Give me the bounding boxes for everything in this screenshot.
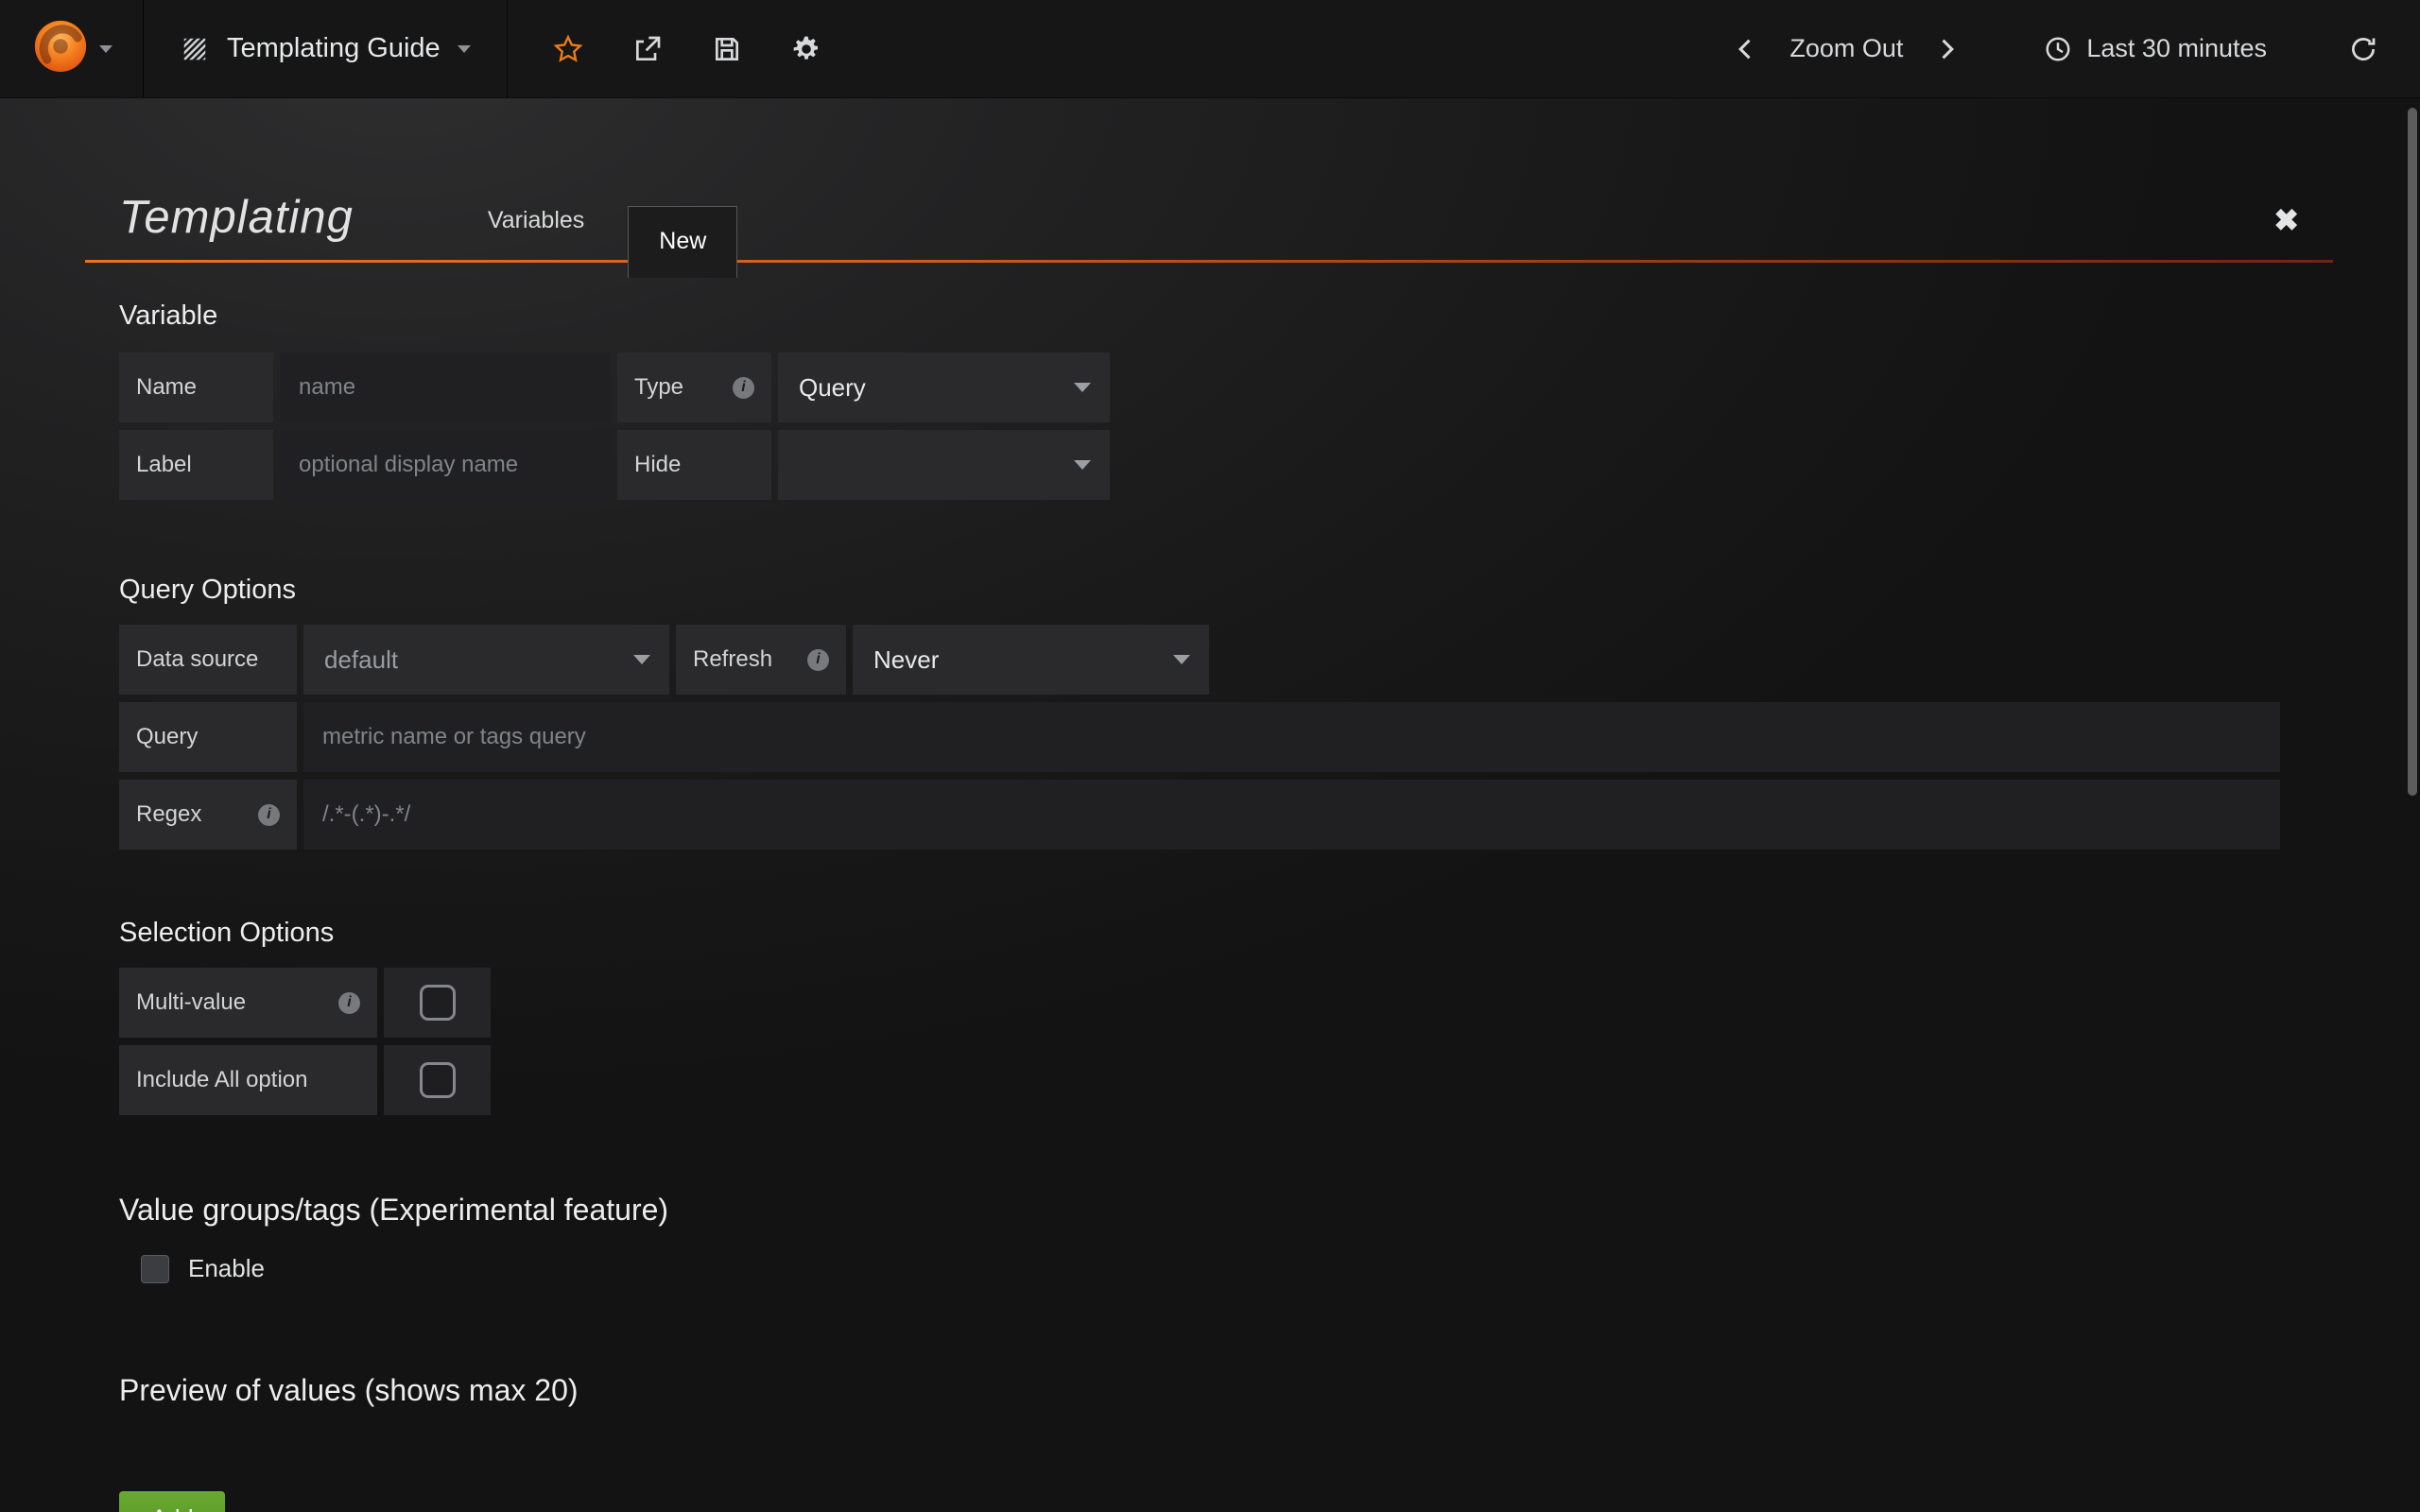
variable-section-heading: Variable [119,301,2280,332]
regex-row: Regex i [119,780,2280,850]
datasource-label: Data source [119,625,297,695]
type-select-caret-icon [1074,383,1091,392]
refresh-select[interactable]: Never [853,625,1209,695]
close-icon[interactable]: ✖ [2273,202,2299,238]
add-button[interactable]: Add [119,1491,225,1512]
hide-select[interactable] [778,430,1110,500]
settings-gear-icon[interactable] [791,34,821,64]
zoom-out-button[interactable]: Zoom Out [1789,34,1903,63]
query-label: Query [119,702,297,772]
logo-caret-icon [99,45,112,53]
label-input[interactable] [280,430,611,500]
regex-info-icon[interactable]: i [258,804,280,826]
multi-value-checkbox[interactable] [420,985,456,1021]
datasource-select-value: default [324,645,398,675]
type-label-text: Type [634,374,683,401]
query-row: Query [119,702,2280,772]
name-input[interactable] [280,352,611,422]
regex-label-text: Regex [136,801,201,828]
include-all-checkbox-cell[interactable] [384,1045,491,1115]
enable-row: Enable [119,1254,2280,1283]
multi-value-info-icon[interactable]: i [338,992,360,1014]
include-all-label: Include All option [119,1045,377,1115]
time-forward-chevron-icon[interactable] [1931,34,1962,64]
share-icon[interactable] [632,34,663,64]
datasource-select[interactable]: default [303,625,669,695]
preview-heading: Preview of values (shows max 20) [119,1373,2280,1408]
variable-label-row: Label Hide [119,430,2280,500]
type-label: Type i [617,352,771,422]
refresh-info-icon[interactable]: i [807,649,829,671]
multi-value-row: Multi-value i [119,968,2280,1038]
dashboard-icon [180,34,210,64]
multi-value-checkbox-cell[interactable] [384,968,491,1038]
enable-checkbox[interactable] [141,1255,169,1283]
query-input[interactable] [303,702,2280,772]
hide-select-caret-icon [1074,460,1091,470]
dashboard-caret-icon [458,45,471,53]
time-range-label: Last 30 minutes [2086,34,2267,63]
refresh-label-text: Refresh [693,646,772,673]
selection-options-heading: Selection Options [119,918,2280,949]
dashboard-picker[interactable]: Templating Guide [144,0,508,97]
grafana-logo-icon [31,17,90,80]
time-controls: Zoom Out Last 30 minutes [1731,0,2420,97]
dashboard-title: Templating Guide [227,33,441,64]
query-options-heading: Query Options [119,575,2280,606]
scrollbar-thumb[interactable] [2408,108,2417,796]
dashboard-actions [508,0,821,97]
type-select[interactable]: Query [778,352,1110,422]
templating-header: Templating Variables New ✖ [85,191,2333,263]
top-navbar: Templating Guide [0,0,2420,98]
enable-label: Enable [188,1254,265,1283]
clock-icon [2043,34,2073,64]
datasource-row: Data source default Refresh i Never [119,625,2280,695]
label-label: Label [119,430,273,500]
multi-value-label: Multi-value i [119,968,377,1038]
refresh-icon[interactable] [2348,34,2378,64]
variable-name-row: Name Type i Query [119,352,2280,422]
variable-editor-form: Variable Name Type i Query Label Hide Qu… [119,301,2280,1512]
regex-label: Regex i [119,780,297,850]
value-groups-heading: Value groups/tags (Experimental feature) [119,1193,2280,1228]
datasource-select-caret-icon [633,655,650,664]
tab-bar: Variables New [459,206,737,263]
star-icon[interactable] [553,34,583,64]
refresh-select-value: Never [873,645,939,675]
type-info-icon[interactable]: i [733,377,754,399]
time-range-picker[interactable]: Last 30 minutes [2043,34,2267,64]
grafana-app: Templating Guide [0,0,2420,1512]
tab-new[interactable]: New [628,206,737,278]
refresh-label: Refresh i [676,625,846,695]
multi-value-label-text: Multi-value [136,989,246,1016]
tab-variables[interactable]: Variables [459,207,613,263]
time-back-chevron-icon[interactable] [1731,34,1761,64]
include-all-row: Include All option [119,1045,2280,1115]
name-label: Name [119,352,273,422]
include-all-checkbox[interactable] [420,1062,456,1098]
grafana-logo-menu[interactable] [0,0,144,97]
page-title: Templating [85,191,354,244]
type-select-value: Query [799,373,866,403]
regex-input[interactable] [303,780,2280,850]
refresh-select-caret-icon [1173,655,1190,664]
hide-label: Hide [617,430,771,500]
save-icon[interactable] [712,34,742,64]
